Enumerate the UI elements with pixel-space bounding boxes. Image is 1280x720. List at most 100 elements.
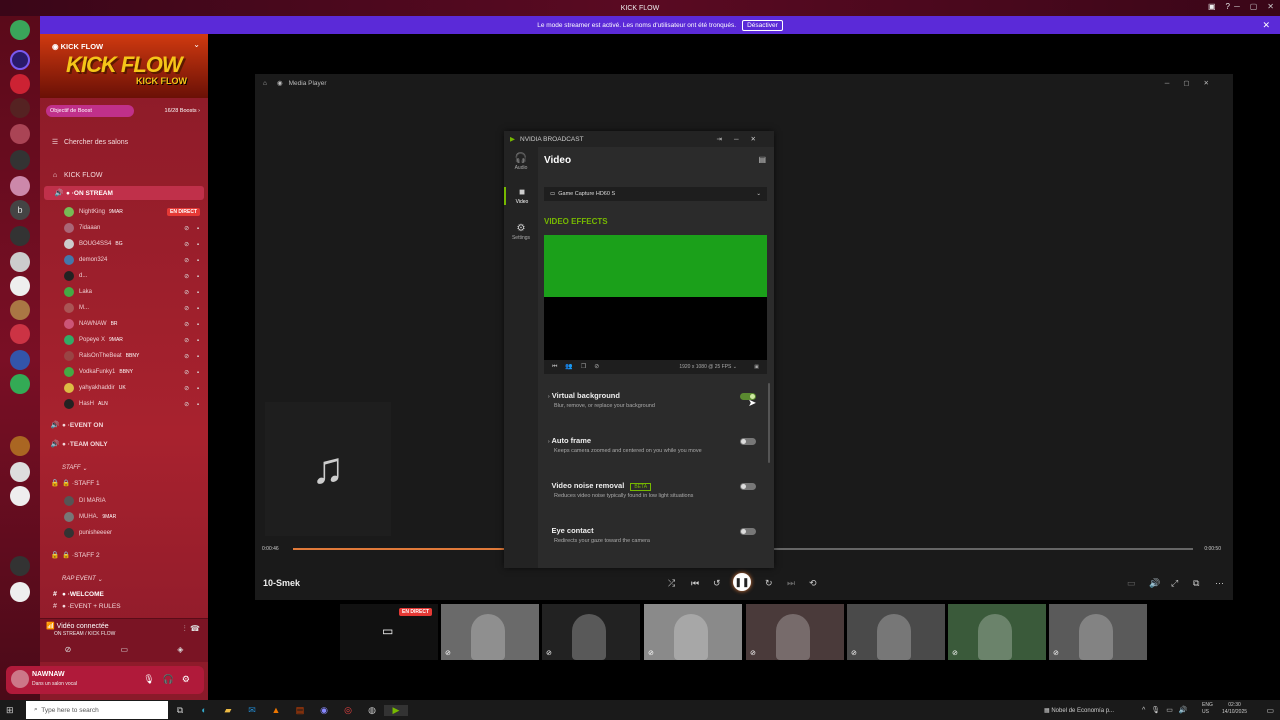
app-icon[interactable]: ▲	[264, 705, 288, 715]
voice-user[interactable]: Popeye X 9MAR ⊘ ▪	[64, 333, 208, 347]
app-icon[interactable]: ◍	[360, 705, 384, 716]
server-icon[interactable]	[10, 486, 30, 506]
more-icon[interactable]: ⋯	[1215, 578, 1224, 589]
voice-user[interactable]: RalsOnTheBeat BBNY ⊘ ▪	[64, 349, 208, 363]
feedback-icon[interactable]: ▤	[758, 155, 766, 164]
home-icon[interactable]	[10, 20, 30, 40]
server-icon[interactable]	[10, 300, 30, 320]
disable-streamer-button[interactable]: Désactiver	[742, 19, 783, 31]
mic-muted-icon[interactable]: 🎙	[143, 674, 162, 684]
avatar[interactable]	[11, 670, 29, 688]
minimize-button[interactable]: ─	[1234, 2, 1240, 11]
close-button[interactable]: ✕	[751, 136, 768, 143]
server-icon[interactable]	[10, 324, 30, 344]
server-icon[interactable]	[10, 436, 30, 456]
news-widget[interactable]: ▦ Nobel de Economía p...	[1044, 707, 1114, 714]
server-icon[interactable]	[10, 226, 30, 246]
camera-tile[interactable]: ⊘	[746, 604, 844, 660]
staff-user[interactable]: DI MARIA	[64, 494, 208, 508]
help-icon[interactable]: ?	[1226, 2, 1230, 11]
staff-user[interactable]: punisheeeer	[64, 526, 208, 540]
camera-tile[interactable]: ⊘	[847, 604, 945, 660]
previous-icon[interactable]: ⏮	[691, 578, 699, 589]
effect-row[interactable]: Eye contact Redirects your gaze toward th…	[548, 526, 768, 544]
mic-icon[interactable]: 🎙	[1151, 707, 1166, 714]
channel-welcome[interactable]: # ● · WELCOME	[40, 587, 208, 601]
language-indicator[interactable]: ENG US	[1202, 702, 1213, 716]
channel-search[interactable]: ☰ Chercher des salons	[40, 135, 208, 149]
maximize-button[interactable]: ▢	[1250, 2, 1258, 11]
close-button[interactable]: ✕	[1204, 80, 1223, 87]
server-icon[interactable]	[10, 276, 30, 296]
camera-tile[interactable]: ⊘	[1049, 604, 1147, 660]
miniplayer-icon[interactable]: ▭	[1127, 578, 1136, 589]
maximize-button[interactable]: ▢	[1183, 80, 1203, 87]
voice-user[interactable]: HasH ALN ⊘ ▪	[64, 397, 208, 411]
category-staff[interactable]: STAFF ⌄	[40, 461, 208, 475]
shuffle-icon[interactable]: ⤮	[668, 578, 675, 589]
cast-icon[interactable]: ⧉	[1193, 578, 1199, 589]
close-icon[interactable]: ✕	[1262, 20, 1270, 31]
effect-toggle[interactable]	[740, 528, 756, 535]
skip-back-icon[interactable]: ⏮	[552, 364, 565, 370]
taskbar-search[interactable]: ⌕ Type here to search	[26, 701, 168, 719]
channel-event-on[interactable]: 🔊 ● · EVENT ON	[40, 418, 208, 432]
voice-user[interactable]: Laka ⊘ ▪	[64, 285, 208, 299]
server-icon[interactable]	[10, 582, 30, 602]
camera-tile[interactable]: ⊘	[542, 604, 640, 660]
voice-user[interactable]: NightKing 9MAR EN DIRECT	[64, 205, 208, 219]
app-icon[interactable]: ▤	[288, 705, 312, 716]
activity-icon[interactable]: ◈	[177, 645, 183, 654]
next-icon[interactable]: ⏭	[787, 578, 795, 589]
headphones-icon[interactable]: 🎧	[163, 674, 182, 684]
server-icon[interactable]	[10, 98, 30, 118]
disconnect-icon[interactable]: ☎	[190, 624, 200, 633]
device-select[interactable]: ▭ Game Capture HD60 S ⌄	[544, 187, 767, 201]
channel-staff-1[interactable]: 🔒 🔒 · STAFF 1	[40, 476, 208, 490]
start-icon[interactable]: ⊞	[6, 705, 14, 716]
expand-icon[interactable]	[548, 484, 549, 490]
discord-icon[interactable]: ◉	[312, 705, 336, 716]
server-icon[interactable]	[10, 50, 30, 70]
layers-icon[interactable]: ❐	[581, 364, 594, 370]
fullscreen-icon[interactable]: ⤢	[1171, 578, 1178, 589]
camera-off-icon[interactable]: ⊘	[65, 645, 72, 654]
server-icon[interactable]	[10, 252, 30, 272]
voice-user[interactable]: M... ⊘ ▪	[64, 301, 208, 315]
close-button[interactable]: ✕	[1267, 2, 1274, 11]
chevron-up-icon[interactable]: ^	[1142, 707, 1151, 714]
camera-tile[interactable]: EN DIRECT ▭	[340, 604, 438, 660]
effect-row[interactable]: Video noise removal BETA Reduces video no…	[548, 481, 768, 499]
chevron-down-icon[interactable]: ⌄	[193, 40, 200, 49]
channel-staff-2[interactable]: 🔒 🔒 · STAFF 2	[40, 548, 208, 562]
task-view-icon[interactable]: ⧉	[168, 705, 192, 716]
tab-audio[interactable]: 🎧 Audio	[504, 153, 538, 171]
noise-icon[interactable]: ⫶	[184, 624, 186, 633]
gear-icon[interactable]: ⚙	[182, 674, 198, 684]
voice-user[interactable]: yahyakhaddir UK ⊘ ▪	[64, 381, 208, 395]
camera-tile[interactable]: ⊘	[644, 604, 742, 660]
server-icon[interactable]	[10, 374, 30, 394]
server-icon[interactable]	[10, 350, 30, 370]
voice-user[interactable]: d... ⊘ ▪	[64, 269, 208, 283]
effect-toggle[interactable]	[740, 438, 756, 445]
hide-icon[interactable]: ⊘	[594, 364, 607, 370]
pin-icon[interactable]: ⇥	[716, 136, 733, 143]
folder-icon[interactable]: ▰	[216, 705, 240, 716]
forward-icon[interactable]: ↻	[765, 578, 773, 589]
edge-icon[interactable]: ◐	[192, 705, 216, 715]
clock[interactable]: 02:30 14/10/2025	[1222, 702, 1247, 716]
scrollbar[interactable]	[768, 383, 770, 463]
home-icon[interactable]: ⌂	[263, 80, 267, 87]
voice-user[interactable]: NAWNAW BR ⊘ ▪	[64, 317, 208, 331]
effect-row[interactable]: › Auto frame Keeps camera zoomed and cent…	[548, 436, 768, 454]
pause-button[interactable]: ❚❚	[733, 573, 751, 591]
expand-icon[interactable]: ›	[548, 439, 550, 445]
voice-user[interactable]: demon324 ⊘ ▪	[64, 253, 208, 267]
tab-settings[interactable]: ⚙ Settings	[504, 223, 538, 241]
server-icon[interactable]	[10, 462, 30, 482]
voice-user[interactable]: 7idaaan ⊘ ▪	[64, 221, 208, 235]
server-icon[interactable]	[10, 150, 30, 170]
server-icon[interactable]	[10, 176, 30, 196]
channel-on-stream[interactable]: 🔊 ● · ON STREAM	[44, 186, 204, 200]
